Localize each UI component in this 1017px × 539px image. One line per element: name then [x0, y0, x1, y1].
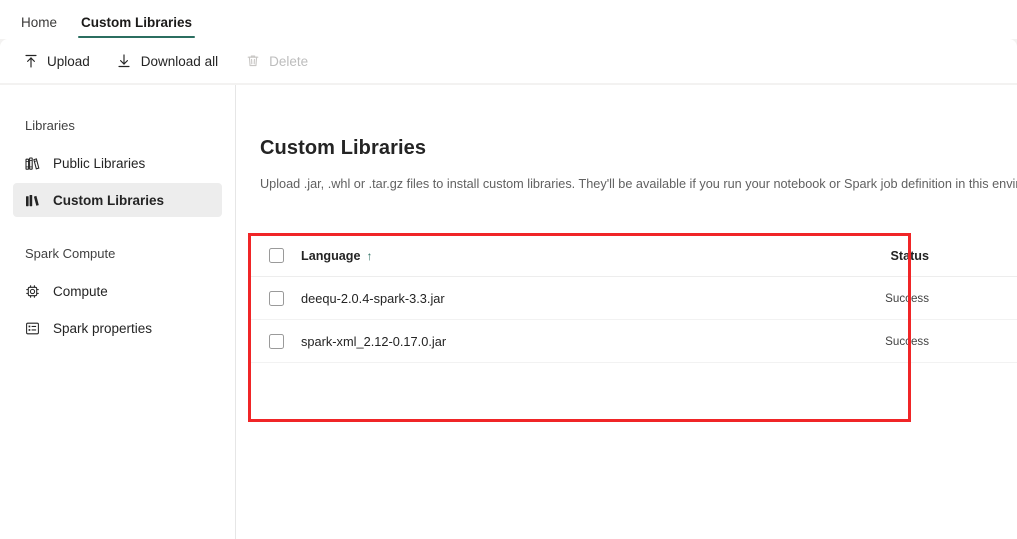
upload-icon — [22, 53, 39, 70]
sort-ascending-icon: ↑ — [366, 248, 373, 263]
select-all-checkbox[interactable] — [269, 248, 284, 263]
column-header-status[interactable]: Status — [821, 249, 941, 263]
sidebar-item-compute-label: Compute — [53, 283, 108, 299]
sidebar: Libraries Public Libraries Custom Librar… — [0, 85, 236, 539]
sidebar-item-custom-libraries-label: Custom Libraries — [53, 192, 165, 208]
download-all-button[interactable]: Download all — [106, 46, 228, 76]
books-filled-icon — [24, 192, 41, 209]
table-row[interactable]: deequ-2.0.4-spark-3.3.jar Success — [250, 277, 1017, 320]
table-header-row: Language ↑ Status — [250, 235, 1017, 277]
cpu-chip-icon — [24, 283, 41, 300]
column-header-language[interactable]: Language ↑ — [301, 249, 821, 263]
delete-button[interactable]: Delete — [234, 46, 318, 76]
download-icon — [116, 53, 133, 70]
tab-custom-libraries[interactable]: Custom Libraries — [69, 0, 204, 44]
upload-button[interactable]: Upload — [12, 46, 100, 76]
sidebar-item-spark-properties-label: Spark properties — [53, 320, 153, 336]
sidebar-item-custom-libraries[interactable]: Custom Libraries — [13, 183, 222, 217]
trash-icon — [244, 53, 261, 70]
page-body: Libraries Public Libraries Custom Librar… — [0, 85, 1017, 539]
main-content: Custom Libraries Upload .jar, .whl or .t… — [237, 85, 1017, 539]
sidebar-item-public-libraries-label: Public Libraries — [53, 155, 146, 171]
sidebar-item-spark-properties[interactable]: Spark properties — [13, 311, 222, 345]
library-name: deequ-2.0.4-spark-3.3.jar — [301, 290, 445, 306]
list-table-icon — [24, 320, 41, 337]
ribbon-tabstrip: Home Custom Libraries — [0, 0, 1017, 44]
table-row[interactable]: spark-xml_2.12-0.17.0.jar Success — [250, 320, 1017, 363]
tab-home[interactable]: Home — [9, 0, 69, 44]
app-root: Home Custom Libraries Upload Download al… — [0, 0, 1017, 539]
row-checkbox[interactable] — [269, 290, 284, 306]
sidebar-group-libraries-title: Libraries — [25, 118, 75, 133]
row-checkbox[interactable] — [269, 333, 284, 349]
tab-home-label: Home — [21, 14, 58, 30]
sidebar-group-spark-compute-title: Spark Compute — [25, 246, 116, 261]
upload-label: Upload — [47, 53, 90, 69]
library-name: spark-xml_2.12-0.17.0.jar — [301, 333, 447, 349]
status-badge: Success — [885, 334, 929, 348]
page-title: Custom Libraries — [260, 137, 427, 159]
tab-custom-libraries-label: Custom Libraries — [81, 14, 193, 30]
page-description: Upload .jar, .whl or .tar.gz files to in… — [260, 177, 1017, 191]
delete-label: Delete — [269, 53, 309, 69]
column-header-language-label: Language — [301, 248, 361, 263]
ribbon-toolbar: Upload Download all Delete — [0, 39, 1017, 83]
sidebar-item-compute[interactable]: Compute — [13, 274, 222, 308]
custom-libraries-table: Language ↑ Status deequ-2.0.4-spark-3.3.… — [250, 235, 1017, 363]
download-all-label: Download all — [140, 53, 219, 69]
sidebar-item-public-libraries[interactable]: Public Libraries — [13, 146, 222, 180]
status-badge: Success — [885, 291, 929, 305]
books-outline-icon — [24, 155, 41, 172]
